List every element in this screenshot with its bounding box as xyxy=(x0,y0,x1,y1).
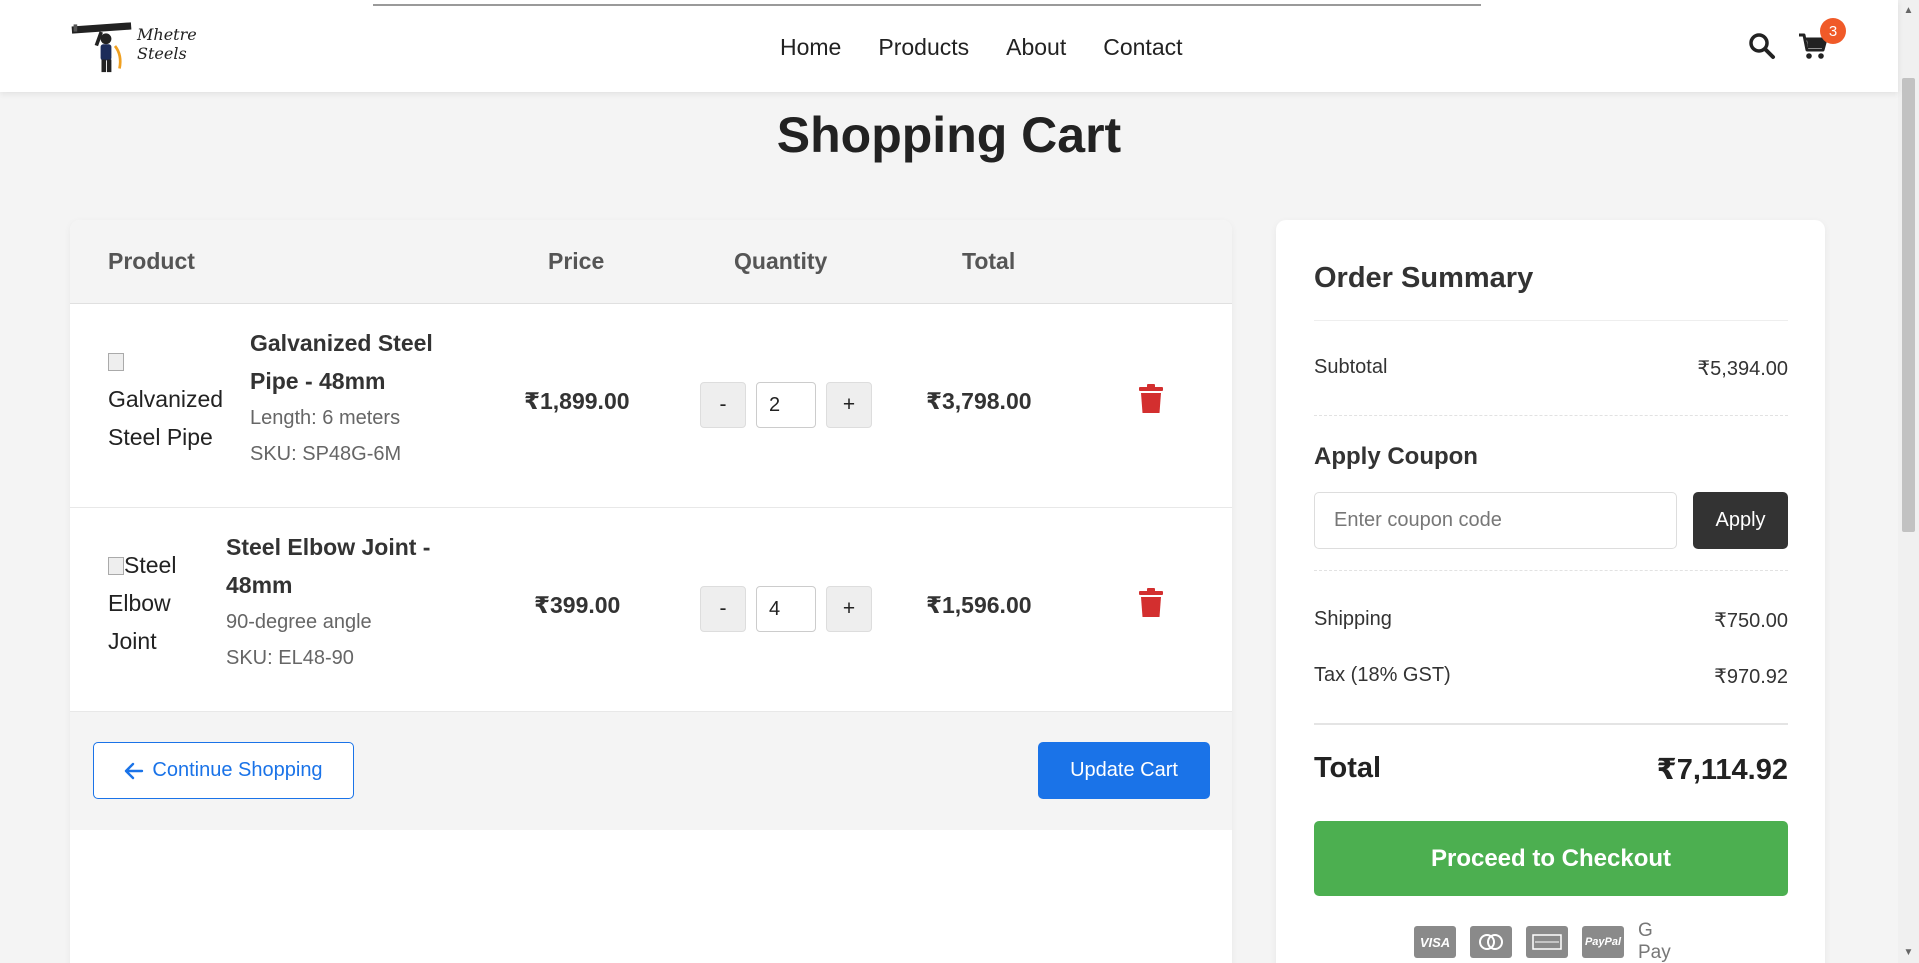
tax-value: ₹970.92 xyxy=(1714,666,1788,688)
total-row: Total ₹7,114.92 xyxy=(1314,752,1788,787)
cart-row: Steel Elbow Joint Steel Elbow Joint -48m… xyxy=(70,508,1232,712)
search-button[interactable] xyxy=(1748,32,1778,62)
divider xyxy=(1314,723,1788,725)
decrease-quantity-button[interactable]: - xyxy=(700,586,746,632)
search-icon xyxy=(1749,33,1775,59)
brand-name: Mhetre Steels xyxy=(137,25,197,63)
increase-quantity-button[interactable]: + xyxy=(826,586,872,632)
divider xyxy=(1314,415,1788,416)
column-product: Product xyxy=(108,248,195,274)
header-actions: 3 xyxy=(1748,18,1846,62)
product-info: Galvanized Steel Pipe - 48mm Length: 6 me… xyxy=(250,324,433,472)
nav-contact[interactable]: Contact xyxy=(1103,34,1182,61)
column-quantity: Quantity xyxy=(734,248,828,274)
apply-coupon-button[interactable]: Apply xyxy=(1693,492,1788,549)
column-total: Total xyxy=(962,248,1016,274)
product-sku: SKU: EL48-90 xyxy=(226,647,354,669)
page-scrollbar[interactable]: ▲ ▼ xyxy=(1898,0,1919,963)
quantity-input[interactable] xyxy=(756,586,816,632)
row-total: ₹1,596.00 xyxy=(926,592,1032,618)
divider xyxy=(1314,320,1788,321)
payment-methods: VISA PayPal G Pay xyxy=(1414,920,1686,963)
continue-shopping-button[interactable]: Continue Shopping xyxy=(93,742,354,799)
paypal-icon: PayPal xyxy=(1582,926,1624,958)
product-name[interactable]: Steel Elbow Joint -48mm xyxy=(226,528,430,604)
arrow-left-icon xyxy=(125,762,144,779)
tax-label: Tax (18% GST) xyxy=(1314,664,1451,686)
column-price: Price xyxy=(548,248,605,274)
product-name[interactable]: Galvanized Steel Pipe - 48mm xyxy=(250,324,433,400)
quantity-stepper: - + xyxy=(700,586,872,632)
main-nav: Home Products About Contact xyxy=(780,34,1183,61)
cart-table-header: Product Price Quantity Total xyxy=(70,220,1232,304)
image-alt-text: Joint xyxy=(108,628,157,654)
image-alt-text: Elbow xyxy=(108,590,171,616)
page-title: Shopping Cart xyxy=(776,107,1122,163)
shipping-row: Shipping ₹750.00 xyxy=(1314,608,1788,633)
shipping-value: ₹750.00 xyxy=(1714,610,1788,632)
tax-row: Tax (18% GST) ₹970.92 xyxy=(1314,664,1788,689)
amex-icon xyxy=(1526,926,1568,958)
delete-trash-icon[interactable] xyxy=(1138,588,1164,618)
subtotal-label: Subtotal xyxy=(1314,356,1388,378)
order-summary: Order Summary Subtotal ₹5,394.00 Apply C… xyxy=(1276,220,1825,963)
shipping-label: Shipping xyxy=(1314,608,1392,630)
product-sku: SKU: SP48G-6M xyxy=(250,443,402,465)
product-info: Steel Elbow Joint -48mm 90-degree angle … xyxy=(226,528,430,676)
scroll-up-arrow-icon[interactable]: ▲ xyxy=(1898,0,1919,21)
subtotal-row: Subtotal ₹5,394.00 xyxy=(1314,356,1788,381)
increase-quantity-button[interactable]: + xyxy=(826,382,872,428)
coupon-code-input[interactable] xyxy=(1314,492,1677,549)
product-detail: Length: 6 meters xyxy=(250,407,401,429)
cart-row: Galvanized Steel Pipe Galvanized Steel Pi… xyxy=(70,304,1232,508)
divider xyxy=(1314,570,1788,571)
site-header: Mhetre Steels Home Products About Contac… xyxy=(0,0,1898,92)
header-divider xyxy=(373,4,1481,6)
broken-image-icon xyxy=(108,353,124,371)
row-total: ₹3,798.00 xyxy=(926,388,1032,414)
quantity-input[interactable] xyxy=(756,382,816,428)
scrollbar-thumb[interactable] xyxy=(1902,78,1915,532)
cart-actions: Continue Shopping Update Cart xyxy=(70,712,1232,830)
update-cart-button[interactable]: Update Cart xyxy=(1038,742,1210,799)
broken-image-icon xyxy=(108,557,124,575)
google-pay-icon: G Pay xyxy=(1638,920,1671,963)
worker-carrying-beam-logo-icon xyxy=(71,22,132,73)
scroll-down-arrow-icon[interactable]: ▼ xyxy=(1898,942,1919,963)
visa-icon: VISA xyxy=(1414,926,1456,958)
image-alt-text: Galvanized xyxy=(108,386,224,412)
cart-button[interactable]: 3 xyxy=(1798,18,1846,62)
proceed-to-checkout-button[interactable]: Proceed to Checkout xyxy=(1314,821,1788,896)
cart-count-badge: 3 xyxy=(1820,18,1846,44)
total-value: ₹7,114.92 xyxy=(1656,754,1788,786)
subtotal-value: ₹5,394.00 xyxy=(1697,358,1788,380)
delete-trash-icon[interactable] xyxy=(1138,384,1164,414)
mastercard-icon xyxy=(1470,926,1512,958)
product-image-broken: Galvanized Steel Pipe xyxy=(108,342,223,456)
summary-title: Order Summary xyxy=(1314,262,1534,294)
total-label: Total xyxy=(1314,752,1382,784)
unit-price: ₹1,899.00 xyxy=(524,388,630,414)
image-alt-text: Steel xyxy=(124,552,177,578)
quantity-stepper: - + xyxy=(700,382,872,428)
image-alt-text: Steel Pipe xyxy=(108,424,213,450)
cart-table: Product Price Quantity Total Galvanized … xyxy=(70,220,1232,963)
nav-products[interactable]: Products xyxy=(878,34,969,61)
product-image-broken: Steel Elbow Joint xyxy=(108,546,176,660)
product-detail: 90-degree angle xyxy=(226,611,372,633)
unit-price: ₹399.00 xyxy=(534,592,621,618)
nav-about[interactable]: About xyxy=(1006,34,1066,61)
brand-logo[interactable]: Mhetre Steels xyxy=(70,16,240,76)
continue-shopping-label: Continue Shopping xyxy=(152,759,323,781)
nav-home[interactable]: Home xyxy=(780,34,841,61)
coupon-title: Apply Coupon xyxy=(1314,443,1478,470)
decrease-quantity-button[interactable]: - xyxy=(700,382,746,428)
